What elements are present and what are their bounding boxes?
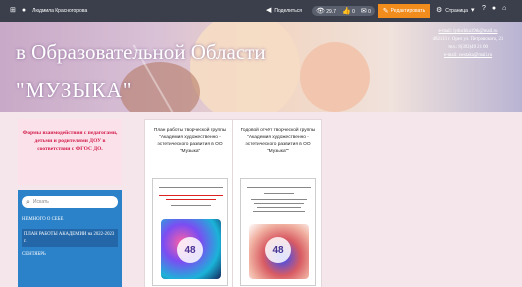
document-title[interactable]: План работы творческой группы "Академия … xyxy=(147,127,233,155)
edit-button[interactable]: ✎ Редактировать xyxy=(378,4,430,18)
user-icon: ● xyxy=(21,7,27,14)
document-card-plan[interactable]: План работы творческой группы "Академия … xyxy=(144,119,234,287)
thumb-text-line xyxy=(253,211,305,212)
share-label: Поделиться xyxy=(274,7,303,14)
comments-count-group[interactable]: ✉ 0 xyxy=(361,8,371,15)
document-thumbnail[interactable]: 48 xyxy=(152,178,228,286)
views-count-group: 👁 29.7 xyxy=(316,8,336,15)
toolbar-right-icons: ? ● ⌂ xyxy=(482,5,506,12)
banner-decoration xyxy=(300,42,370,112)
contact-phone: тел.: 8(393)49 21 00 xyxy=(448,45,488,50)
sidebar-item-september[interactable]: СЕНТЯБРЬ xyxy=(22,251,118,258)
search-box[interactable]: ⌕ Искать xyxy=(22,196,118,208)
sidebar-item-plan[interactable]: ПЛАН РАБОТЫ АКАДЕМИИ на 2022-2023 г. xyxy=(22,229,118,247)
eye-icon: 👁 xyxy=(316,7,325,15)
site-title-line2: "МУЗЫКА" xyxy=(16,78,133,102)
edit-label: Редактировать xyxy=(390,8,426,14)
toolbar-left: ⊞ ● Людмила Красногорова xyxy=(10,7,87,14)
thumb-text-line xyxy=(264,193,294,194)
likes-count: 0 xyxy=(352,8,355,15)
search-input[interactable]: Искать xyxy=(33,199,49,205)
forms-card[interactable]: Формы взаимодействия с педагогами, детьм… xyxy=(18,119,122,185)
sidebar-item-about[interactable]: НЕМНОГО О СЕБЕ xyxy=(22,216,118,223)
account-icon[interactable]: ● xyxy=(492,5,496,12)
sidebar-nav: ⌕ Искать НЕМНОГО О СЕБЕ ПЛАН РАБОТЫ АКАД… xyxy=(18,190,122,287)
forms-card-text: Формы взаимодействия с педагогами, детьм… xyxy=(22,130,118,152)
search-icon: ⌕ xyxy=(26,198,30,206)
document-title[interactable]: Годовой отчёт творческой группы "Академи… xyxy=(235,127,321,155)
views-count: 29.7 xyxy=(326,8,337,15)
thumb-text-line xyxy=(254,203,304,204)
thumb-text-line xyxy=(171,205,211,206)
likes-count-group[interactable]: 👍 0 xyxy=(342,8,355,15)
main-content: Формы взаимодействия с педагогами, детьм… xyxy=(0,112,522,287)
document-thumbnail[interactable]: 48 xyxy=(240,178,316,286)
comments-count: 0 xyxy=(368,8,371,15)
page-menu-label: Страница xyxy=(445,7,468,14)
banner-decoration xyxy=(190,22,300,112)
contact-address: 482113 г. Орел ул. Петровского, 21 xyxy=(432,37,504,42)
cover-logo: 48 xyxy=(265,237,291,263)
chevron-down-icon: ▾ xyxy=(470,7,475,14)
home-icon[interactable]: ⌂ xyxy=(502,5,506,12)
pencil-icon: ✎ xyxy=(382,7,389,15)
thumb-text-line xyxy=(251,199,307,200)
document-card-report[interactable]: Годовой отчёт творческой группы "Академи… xyxy=(232,119,322,287)
stats-badge: 👁 29.7 👍 0 ✉ 0 xyxy=(312,6,375,16)
contact-email[interactable]: e-mail: lyduchka19tk@mail.ru xyxy=(413,28,522,36)
site-title-line1: в Образовательной Области xyxy=(16,40,266,64)
thumb-text-line xyxy=(257,207,301,208)
comment-icon: ✉ xyxy=(360,7,367,15)
contact-email-2[interactable]: e-mail: swstaka@mail.ru xyxy=(413,52,522,60)
header-banner: в Образовательной Области "МУЗЫКА" e-mai… xyxy=(0,22,522,112)
contact-info: e-mail: lyduchka19tk@mail.ru 482113 г. О… xyxy=(413,28,522,60)
thumb-text-line xyxy=(159,195,223,196)
thumb-text-line xyxy=(159,187,223,188)
share-icon: ◀ xyxy=(266,7,272,14)
thumb-text-line xyxy=(166,199,216,200)
thumb-up-icon: 👍 xyxy=(342,7,351,15)
settings-icon: ⚙ xyxy=(436,7,443,14)
thumb-text-line xyxy=(247,187,311,188)
cover-logo: 48 xyxy=(177,237,203,263)
grid-icon[interactable]: ⊞ xyxy=(10,7,16,14)
share-button[interactable]: ◀ Поделиться xyxy=(266,7,302,14)
top-toolbar: ⊞ ● Людмила Красногорова ◀ Поделиться 👁 … xyxy=(0,0,522,22)
help-icon[interactable]: ? xyxy=(482,5,486,12)
page-menu[interactable]: ⚙ Страница ▾ xyxy=(436,7,474,14)
user-name[interactable]: Людмила Красногорова xyxy=(32,8,87,14)
